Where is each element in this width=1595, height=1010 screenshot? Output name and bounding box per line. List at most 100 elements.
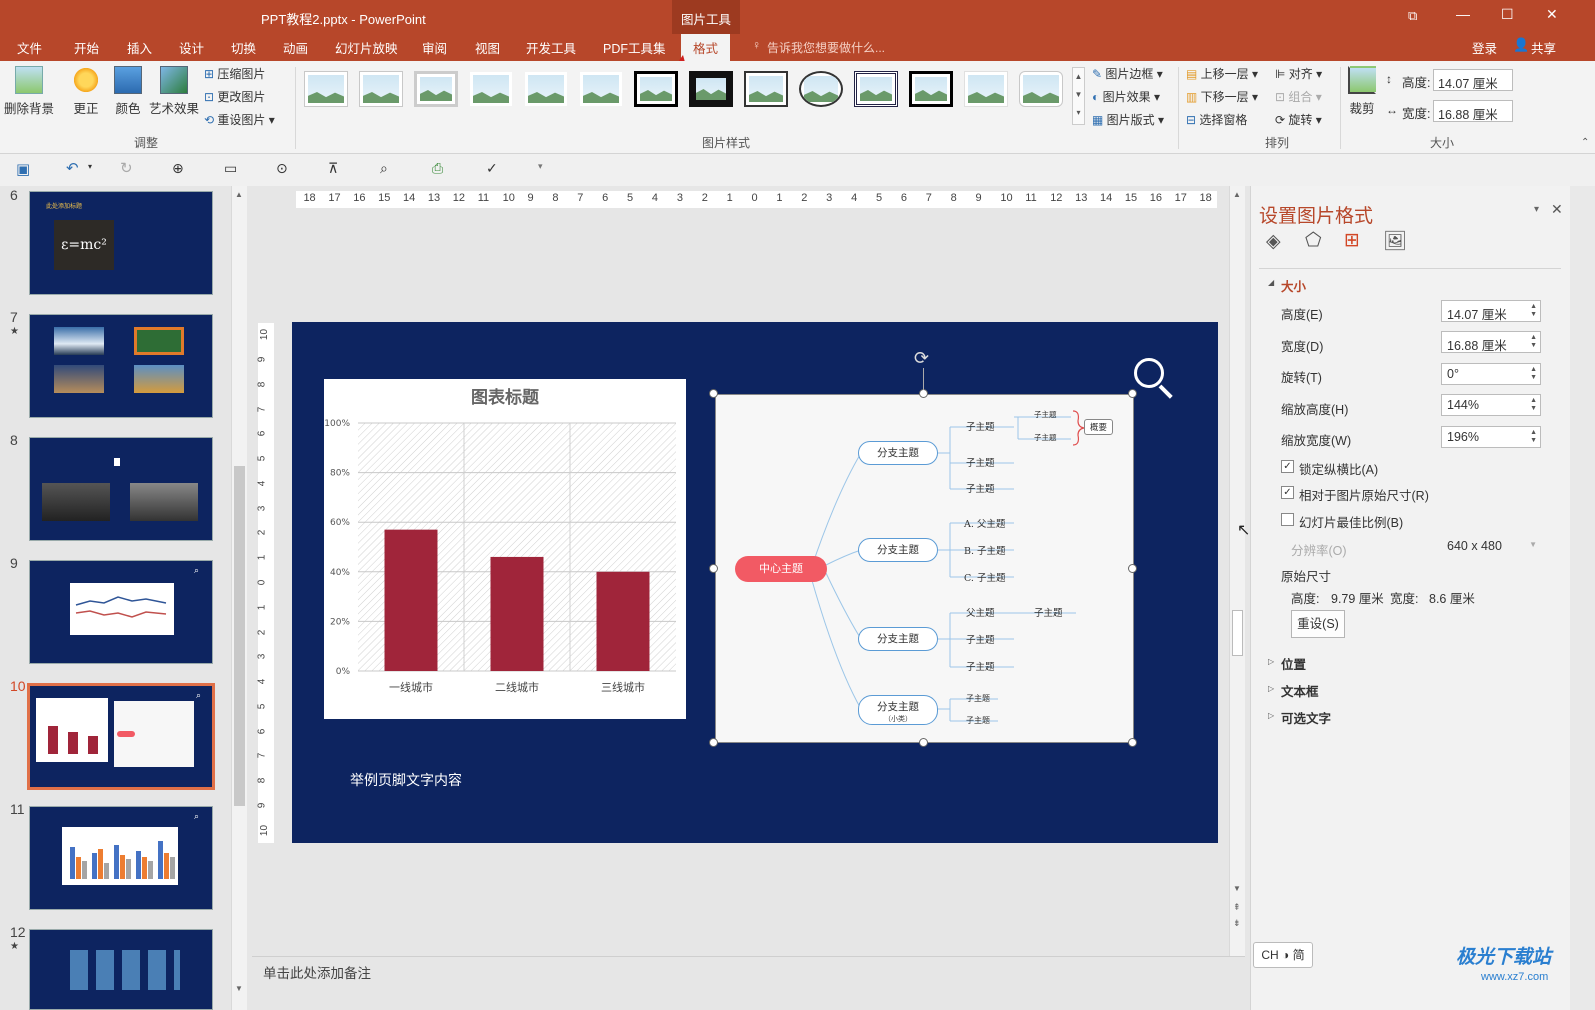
spinner-icon[interactable]: ▲ ▼ xyxy=(1530,366,1537,382)
compress-pictures-button[interactable]: ⊞ 压缩图片 xyxy=(204,65,265,82)
crop-button[interactable]: 裁剪 xyxy=(1344,66,1380,117)
picture-border-button[interactable]: ✎ 图片边框 ▾ xyxy=(1092,65,1163,82)
fill-line-icon[interactable]: ◈ xyxy=(1266,230,1281,253)
group-button[interactable]: ⊡ 组合 ▾ xyxy=(1275,88,1322,105)
slide-thumbnail-10[interactable]: ⌕ xyxy=(27,683,215,790)
selection-pane-button[interactable]: ⊟ 选择窗格 xyxy=(1186,111,1247,128)
slide-thumbnail-7[interactable] xyxy=(29,314,213,418)
spinner-icon[interactable]: ▲ ▼ xyxy=(1530,429,1537,445)
height-input[interactable]: 14.07 厘米 ▲ ▼ xyxy=(1441,300,1541,322)
remove-background-button[interactable]: 删除背景 xyxy=(4,66,54,117)
tab-slideshow[interactable]: 幻灯片放映 xyxy=(335,38,398,57)
ribbon-display-icon[interactable]: ⧉ xyxy=(1408,8,1417,24)
size-properties-icon[interactable]: ⊞ xyxy=(1344,229,1360,252)
scroll-thumb[interactable] xyxy=(234,466,245,806)
login-link[interactable]: 登录 xyxy=(1472,38,1497,57)
effects-pentagon-icon[interactable]: ⬠ xyxy=(1305,229,1322,252)
print-icon[interactable]: ⎙ xyxy=(432,160,443,177)
prev-slide-icon[interactable]: ⇞ xyxy=(1233,902,1241,913)
style-thumb[interactable] xyxy=(524,71,568,107)
width-input[interactable]: 16.88 厘米 ▲ ▼ xyxy=(1441,331,1541,353)
ribbon-height-input[interactable]: 14.07 厘米 xyxy=(1433,69,1513,91)
resolution-select[interactable]: 640 x 480 ▼ xyxy=(1441,536,1541,558)
align-button[interactable]: ⊫ 对齐 ▾ xyxy=(1275,65,1322,82)
collapse-ribbon-icon[interactable]: ⌃ xyxy=(1581,137,1589,148)
style-thumb[interactable] xyxy=(304,71,348,107)
new-slide-icon[interactable]: ⊕ xyxy=(172,160,184,177)
tell-me-box[interactable]: 告诉我您想要做什么... xyxy=(767,39,885,56)
tab-developer[interactable]: 开发工具 xyxy=(526,38,576,57)
present-icon[interactable]: ⊙ xyxy=(276,160,288,177)
minimize-button[interactable]: — xyxy=(1456,6,1470,22)
tab-animations[interactable]: 动画 xyxy=(283,38,308,57)
tab-file[interactable]: 文件 xyxy=(17,38,42,57)
scale-width-input[interactable]: 196% ▲ ▼ xyxy=(1441,426,1541,448)
slide-thumbnail-8[interactable] xyxy=(29,437,213,541)
section-alttext[interactable]: 可选文字 xyxy=(1281,708,1331,727)
picture-layout-button[interactable]: ▦ 图片版式 ▾ xyxy=(1092,111,1164,128)
style-thumb[interactable] xyxy=(689,71,733,107)
gallery-scroll[interactable]: ▲ ▼ ▾ xyxy=(1072,67,1085,125)
scroll-down-icon[interactable]: ▼ xyxy=(1233,884,1241,893)
rotate-button[interactable]: ⟳ 旋转 ▾ xyxy=(1275,111,1322,128)
share-button[interactable]: 共享 xyxy=(1531,38,1556,57)
tab-view[interactable]: 视图 xyxy=(475,38,500,57)
reset-button[interactable]: 重设(S) xyxy=(1291,610,1345,638)
tab-review[interactable]: 审阅 xyxy=(422,38,447,57)
style-thumb[interactable] xyxy=(634,71,678,107)
collapse-icon[interactable]: ◢ xyxy=(1268,278,1274,287)
send-backward-button[interactable]: ▥ 下移一层 ▾ xyxy=(1186,88,1258,105)
tab-insert[interactable]: 插入 xyxy=(127,38,152,57)
slide-scrollbar[interactable]: ▲ ▼ ⇞ ⇟ xyxy=(1229,186,1245,956)
notes-pane[interactable]: 单击此处添加备注 xyxy=(252,956,1245,1010)
tab-design[interactable]: 设计 xyxy=(179,38,204,57)
style-thumb[interactable] xyxy=(579,71,623,107)
close-button[interactable]: ✕ xyxy=(1546,6,1558,23)
slide-thumbnail-6[interactable]: 此处添加标题 ε=mc² xyxy=(29,191,213,295)
artistic-effects-button[interactable]: 艺术效果 xyxy=(148,66,200,117)
expand-icon[interactable]: ▷ xyxy=(1268,711,1274,720)
resize-handle[interactable] xyxy=(709,738,718,747)
pane-close-icon[interactable]: ✕ xyxy=(1551,201,1563,218)
resize-handle[interactable] xyxy=(919,389,928,398)
slide-thumbnail-9[interactable]: ⌕ xyxy=(29,560,213,664)
rotation-input[interactable]: 0° ▲ ▼ xyxy=(1441,363,1541,385)
slideshow-icon[interactable]: ⊼ xyxy=(328,160,338,177)
reset-picture-button[interactable]: ⟲ 重设图片 ▾ xyxy=(204,111,275,128)
lock-aspect-checkbox[interactable]: ✓ xyxy=(1281,460,1294,473)
ribbon-width-input[interactable]: 16.88 厘米 xyxy=(1433,100,1513,122)
style-thumb[interactable] xyxy=(469,71,513,107)
slide-thumbnail-12[interactable] xyxy=(29,929,213,1010)
scroll-up-icon[interactable]: ▲ xyxy=(235,190,243,199)
picture-effects-button[interactable]: ◐ 图片效果 ▾ xyxy=(1092,88,1160,105)
corrections-button[interactable]: 更正 xyxy=(68,66,104,117)
style-thumb[interactable] xyxy=(854,71,898,107)
tab-transitions[interactable]: 切换 xyxy=(231,38,256,57)
maximize-button[interactable]: ☐ xyxy=(1501,6,1514,23)
change-picture-button[interactable]: ⊡ 更改图片 xyxy=(204,88,265,105)
section-textbox[interactable]: 文本框 xyxy=(1281,681,1319,700)
notes-placeholder[interactable]: 单击此处添加备注 xyxy=(263,962,371,982)
scale-height-input[interactable]: 144% ▲ ▼ xyxy=(1441,394,1541,416)
redo-icon[interactable]: ↻ xyxy=(120,159,133,177)
next-slide-icon[interactable]: ⇟ xyxy=(1233,918,1241,929)
undo-dropdown-icon[interactable]: ▾ xyxy=(88,162,92,171)
undo-icon[interactable]: ↶ xyxy=(66,159,79,177)
spinner-icon[interactable]: ▲ ▼ xyxy=(1530,397,1537,413)
slide-footer[interactable]: 举例页脚文字内容 xyxy=(350,770,462,790)
mindmap-image[interactable]: 中心主题 分支主题 分支主题 分支主题 分支主题 （小类） 子主题 子主题 子主… xyxy=(715,394,1134,743)
section-position[interactable]: 位置 xyxy=(1281,654,1306,673)
rotate-handle-icon[interactable]: ⟳ xyxy=(914,348,929,369)
bar-chart[interactable]: 图表标题 0% 20% 40% 60% 80% 100% 一线城市 二线城市 三线城市 xyxy=(324,379,686,719)
scroll-down-icon[interactable]: ▼ xyxy=(235,984,243,993)
style-thumb[interactable] xyxy=(799,71,843,107)
spinner-icon[interactable]: ▲ ▼ xyxy=(1530,334,1537,350)
spellcheck-icon[interactable]: ✓ xyxy=(486,160,498,177)
thumbnail-scrollbar[interactable]: ▲ ▼ xyxy=(231,186,247,1010)
expand-icon[interactable]: ▷ xyxy=(1268,684,1274,693)
expand-icon[interactable]: ▷ xyxy=(1268,657,1274,666)
customize-qat-icon[interactable]: ▾ xyxy=(538,161,543,172)
scroll-thumb[interactable] xyxy=(1232,610,1243,656)
textbox-icon[interactable]: ▭ xyxy=(224,160,237,177)
resize-handle[interactable] xyxy=(919,738,928,747)
